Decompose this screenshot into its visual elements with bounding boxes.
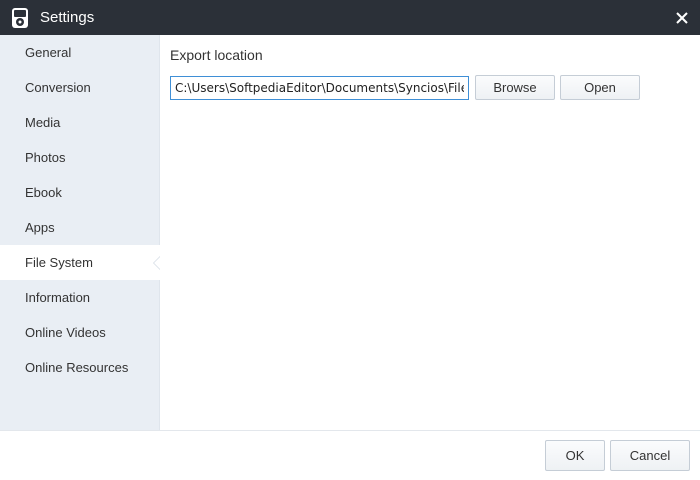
sidebar-item-ebook[interactable]: Ebook [0,175,159,210]
settings-sidebar: General Conversion Media Photos Ebook Ap… [0,35,161,430]
ok-button[interactable]: OK [545,440,605,471]
sidebar-item-online-resources[interactable]: Online Resources [0,350,159,385]
sidebar-item-file-system[interactable]: File System [0,245,161,280]
browse-button[interactable]: Browse [475,75,555,100]
sidebar-item-online-videos[interactable]: Online Videos [0,315,159,350]
close-icon[interactable] [672,8,692,28]
dialog-footer: OK Cancel [0,430,700,480]
window-title: Settings [40,9,95,26]
sidebar-item-media[interactable]: Media [0,105,159,140]
title-bar: Settings [0,0,700,35]
settings-content: Export location Browse Open [160,35,700,430]
sidebar-item-general[interactable]: General [0,35,159,70]
sidebar-item-conversion[interactable]: Conversion [0,70,159,105]
sidebar-item-photos[interactable]: Photos [0,140,159,175]
sidebar-item-information[interactable]: Information [0,280,159,315]
export-location-label: Export location [170,47,263,63]
export-path-input[interactable] [170,76,469,100]
open-button[interactable]: Open [560,75,640,100]
cancel-button[interactable]: Cancel [610,440,690,471]
ipod-icon [12,8,28,28]
sidebar-item-apps[interactable]: Apps [0,210,159,245]
sidebar-item-label: File System [25,255,93,270]
